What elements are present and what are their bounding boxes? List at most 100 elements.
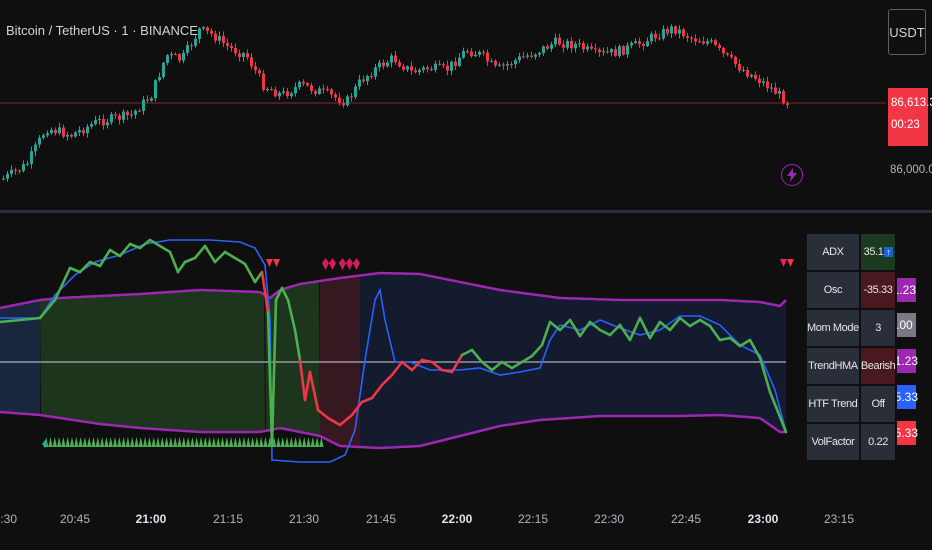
candle-body — [154, 80, 157, 99]
table-row: HTF Trend Off — [805, 384, 898, 424]
bullish-triangle-icon — [168, 437, 174, 447]
bullish-triangle-icon — [65, 437, 70, 447]
candle-body — [466, 51, 469, 53]
candle-body — [194, 38, 197, 46]
time-label: 22:15 — [517, 512, 549, 526]
oscillator-segment — [128, 242, 142, 250]
candle-body — [586, 46, 589, 50]
bullish-triangle-icon — [138, 437, 143, 447]
candle-body — [598, 49, 601, 53]
bullish-triangle-icon — [112, 437, 118, 447]
table-value: 3 — [858, 308, 898, 348]
bullish-triangle-icon — [314, 437, 320, 447]
chart-canvas[interactable] — [0, 0, 932, 550]
candle-body — [694, 38, 697, 42]
bullish-triangle-icon — [241, 437, 247, 447]
candle-body — [42, 135, 45, 138]
candle-body — [746, 70, 749, 77]
candle-body — [242, 53, 245, 58]
table-value: Bearish — [858, 346, 898, 386]
candle-body — [534, 54, 537, 57]
candle-body — [462, 51, 465, 58]
candle-body — [754, 74, 757, 79]
candle-body — [74, 132, 77, 137]
candle-body — [414, 70, 417, 73]
time-label: 22:00 — [441, 512, 473, 526]
table-value: -35.33 — [858, 270, 898, 310]
candle-body — [94, 119, 97, 125]
candle-body — [766, 81, 769, 89]
candle-body — [10, 169, 13, 174]
candle-body — [726, 53, 729, 55]
bullish-triangle-icon — [233, 437, 238, 447]
candle-body — [138, 110, 141, 112]
candle-body — [478, 51, 481, 55]
current-price-label: 86,613.30 00:23 — [888, 88, 932, 146]
candle-body — [182, 52, 185, 61]
bullish-triangle-icon — [224, 437, 229, 447]
candle-body — [622, 46, 625, 55]
candle-body — [294, 87, 297, 94]
candle-body — [218, 36, 221, 41]
bullish-triangle-icon — [284, 437, 290, 447]
candle-body — [430, 69, 433, 71]
candle-body — [510, 64, 513, 66]
candle-body — [650, 33, 653, 42]
bullish-triangle-icon — [289, 437, 294, 447]
bullish-triangle-icon — [293, 437, 298, 447]
lightning-icon[interactable] — [781, 164, 803, 186]
candle-body — [14, 169, 17, 171]
bullish-triangle-icon — [130, 437, 135, 447]
bullish-triangle-icon — [297, 437, 303, 447]
candle-body — [418, 69, 421, 73]
candle-body — [250, 57, 253, 67]
candle-body — [606, 51, 609, 53]
bullish-triangle-icon — [69, 437, 75, 447]
table-key: Mom Mode — [805, 308, 861, 348]
candle-body — [170, 53, 173, 56]
candle-body — [322, 88, 325, 90]
candle-body — [174, 53, 177, 55]
candle-body — [474, 54, 477, 57]
bearish-diamond-icon — [329, 258, 336, 270]
candle-body — [558, 37, 561, 45]
candle-body — [682, 29, 685, 37]
bullish-triangle-icon — [194, 437, 199, 447]
candle-body — [198, 28, 201, 39]
bullish-triangle-icon — [220, 437, 225, 447]
bullish-triangle-icon — [87, 437, 92, 447]
candle-body — [282, 91, 285, 93]
candle-body — [114, 114, 117, 116]
candle-body — [778, 91, 781, 94]
table-value: 0.22 — [858, 422, 898, 462]
candle-body — [666, 28, 669, 34]
candle-body — [54, 129, 57, 134]
bearish-diamond-icon — [322, 258, 329, 270]
candle-body — [718, 44, 721, 48]
candle-body — [254, 66, 257, 71]
oscillator-segment — [108, 248, 122, 258]
candle-body — [206, 27, 209, 31]
currency-button[interactable]: USDT — [888, 9, 926, 55]
oscillator-segment — [118, 242, 132, 258]
candle-body — [86, 126, 89, 134]
candle-body — [774, 87, 777, 94]
candle-body — [578, 43, 581, 45]
candle-body — [570, 40, 573, 49]
candle-body — [762, 81, 765, 83]
table-key: ADX — [805, 232, 861, 272]
candle-body — [742, 70, 745, 72]
candle-body — [574, 43, 577, 49]
candle-body — [258, 70, 261, 74]
bullish-triangle-icon — [173, 437, 178, 447]
symbol-title[interactable]: Bitcoin / TetherUS · 1 · BINANCE — [6, 23, 198, 38]
candle-body — [310, 85, 313, 91]
candle-body — [494, 60, 497, 66]
oscillator-segment — [213, 250, 227, 264]
arrow-up-icon: ↑ — [884, 247, 893, 257]
candle-body — [262, 73, 265, 90]
candle-body — [366, 76, 369, 82]
candle-body — [350, 96, 353, 98]
candle-body — [538, 53, 541, 55]
bullish-triangle-icon — [259, 437, 264, 447]
